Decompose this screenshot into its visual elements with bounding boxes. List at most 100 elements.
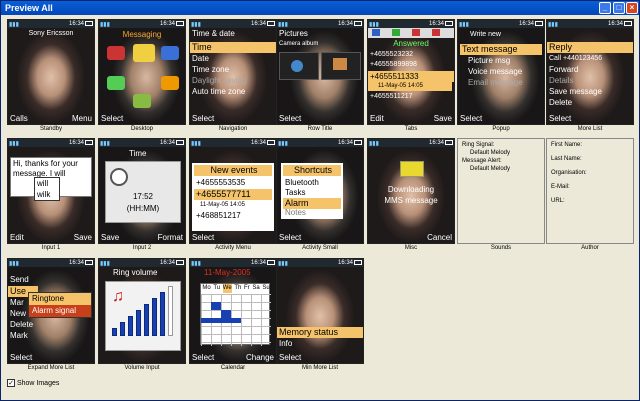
more-item[interactable]: New (10, 309, 26, 319)
softkey-left[interactable]: Select (279, 353, 301, 363)
menu-item[interactable]: Date (192, 54, 209, 64)
tab-dialed-icon[interactable] (372, 29, 380, 36)
time-value[interactable]: 17:52 (106, 192, 180, 201)
menu-item[interactable]: Time zone (192, 65, 229, 75)
tile-row-title[interactable]: ▮▮▮ 16:34 Pictures Camera album Select Ro… (276, 19, 364, 136)
tile-sounds[interactable]: Ring Signal: Default Melody Message Aler… (457, 138, 545, 255)
calendar-event[interactable] (201, 318, 241, 323)
volume-panel[interactable]: ♫ (105, 281, 181, 351)
more-item-selected[interactable]: Memory status (277, 327, 363, 338)
tile-input-1[interactable]: ▮▮▮ 16:34 Hi, thanks for your message. I … (7, 138, 95, 255)
more-item[interactable]: Info (279, 339, 292, 349)
more-item-selected[interactable]: Reply (547, 42, 633, 53)
softkey-right[interactable]: Save (74, 233, 92, 243)
softkey-left[interactable]: Edit (10, 233, 24, 243)
popup-item[interactable]: Voice message (468, 67, 522, 77)
popup-item[interactable]: Picture msg (468, 56, 510, 66)
menu-item-selected[interactable]: Time (190, 42, 276, 53)
softkey-left[interactable]: Select (279, 233, 301, 243)
message-icon[interactable] (133, 44, 155, 62)
app-icon[interactable] (107, 46, 125, 60)
event-item-selected[interactable]: +4655577711 (194, 189, 272, 200)
shortcut-item[interactable]: Notes (285, 208, 306, 218)
softkey-left[interactable]: Select (192, 233, 214, 243)
softkey-left[interactable]: Select (279, 114, 301, 124)
popup-item-selected[interactable]: Text message (460, 44, 542, 55)
submenu-item-selected[interactable]: Alarm signal (29, 305, 91, 317)
menu-title: Pictures (279, 29, 308, 38)
shortcut-item[interactable]: Tasks (285, 188, 305, 198)
more-item[interactable]: Send (10, 275, 29, 285)
softkey-bar: Edit Save (8, 233, 94, 243)
volume-bar (128, 316, 133, 336)
app-icon[interactable] (161, 46, 179, 60)
softkey-left[interactable]: Edit (370, 114, 384, 124)
info-line: Organisation: (551, 170, 587, 176)
softkey-right[interactable]: Format (158, 233, 183, 243)
calendar-event[interactable] (221, 310, 231, 318)
app-icon[interactable] (161, 76, 179, 90)
popup-item[interactable]: Email message (468, 78, 523, 88)
tile-min-more-list[interactable]: ▮▮▮ 16:34 Memory status Info Select Min M… (276, 258, 364, 375)
tile-activity-menu[interactable]: ▮▮▮ 16:34 New events +4655553535 +4655577… (189, 138, 277, 255)
maximize-button[interactable]: □ (613, 2, 625, 14)
softkey-left[interactable]: Calls (10, 114, 28, 124)
tab-answered-icon[interactable] (392, 29, 400, 36)
battery-icon (445, 140, 453, 145)
tile-calendar[interactable]: ▮▮▮ 16:34 11-May-2005 Mo Tu We Th Fr Sa S… (189, 258, 277, 375)
app-icon[interactable] (107, 76, 125, 90)
tile-input-2[interactable]: ▮▮▮ 16:34 Time 17:52 (HH:MM) Save Format I… (98, 138, 186, 255)
calendar-grid[interactable]: Mo Tu We Th Fr Sa Su (200, 283, 271, 346)
more-item[interactable]: Details (549, 76, 573, 86)
menu-item[interactable]: Auto time zone (192, 87, 245, 97)
call-item[interactable]: +4655511217 (370, 92, 413, 102)
calendar-event[interactable] (211, 302, 221, 310)
more-item[interactable]: Call +440123456 (549, 54, 602, 64)
softkey-left[interactable]: Select (460, 114, 482, 124)
softkey-left[interactable]: Select (10, 353, 32, 363)
event-item[interactable]: +468851217 (196, 211, 241, 221)
tile-activity-small[interactable]: ▮▮▮ 16:34 Shortcuts Bluetooth Tasks Alarm… (276, 138, 364, 255)
tab-missed-icon[interactable] (412, 29, 420, 36)
call-item[interactable]: +4655523232 (370, 50, 413, 60)
app-icon[interactable] (133, 94, 151, 108)
more-item[interactable]: Forward (549, 65, 578, 75)
softkey-left[interactable]: Select (101, 114, 123, 124)
softkey-right[interactable]: Cancel (427, 233, 452, 243)
menu-item[interactable]: Daylight saving (192, 76, 246, 86)
softkey-right[interactable]: Change (246, 353, 274, 363)
tile-author[interactable]: First Name: Last Name: Organisation: E-M… (546, 138, 634, 255)
more-item[interactable]: Save message (549, 87, 602, 97)
more-item[interactable]: Mar (10, 298, 24, 308)
tile-popup[interactable]: ▮▮▮ 16:34 Write new Text message Picture … (457, 19, 545, 136)
tile-standby[interactable]: ▮▮▮ 16:34 Sony Ericsson Calls Menu Standby (7, 19, 95, 136)
softkey-left[interactable]: Select (549, 114, 571, 124)
softkey-left[interactable]: Select (192, 114, 214, 124)
softkey-left[interactable]: Save (101, 233, 119, 243)
more-item[interactable]: Mark (10, 331, 28, 341)
tile-desktop[interactable]: ▮▮▮ 16:34 Messaging Select Desktop (98, 19, 186, 136)
tile-volume-input[interactable]: ▮▮▮ 16:34 Ring volume ♫ Volume Input (98, 258, 186, 375)
softkey-left[interactable]: Select (192, 353, 214, 363)
minimize-button[interactable]: _ (599, 2, 611, 14)
event-item[interactable]: +4655553535 (196, 178, 245, 188)
tile-expand-more-list[interactable]: ▮▮▮ 16:34 Send Use Mar New Delete Mark Ri… (7, 258, 95, 375)
more-item[interactable]: Delete (549, 98, 572, 108)
tab-all-icon[interactable] (432, 29, 440, 36)
show-images-option[interactable]: ✓ Show Images (7, 379, 59, 387)
submenu-item[interactable]: Ringtone (29, 293, 91, 305)
softkey-right[interactable]: Menu (72, 114, 92, 124)
shortcut-item[interactable]: Bluetooth (285, 178, 319, 188)
tile-tabs[interactable]: ▮▮▮ 16:34 Answered +4655523232 +465558998… (367, 19, 455, 136)
tile-misc[interactable]: ▮▮▮ 16:34 Downloading MMS message Cancel … (367, 138, 455, 255)
more-item[interactable]: Delete (10, 320, 33, 330)
softkey-right[interactable]: Save (434, 114, 452, 124)
suggestion-item[interactable]: wilk (35, 189, 59, 200)
show-images-checkbox[interactable]: ✓ (7, 379, 15, 387)
tile-navigation[interactable]: ▮▮▮ 16:34 Time & date Time Date Time zone… (189, 19, 277, 136)
close-button[interactable]: × (626, 2, 638, 14)
tile-more-list[interactable]: ▮▮▮ 16:34 Reply Call +440123456 Forward D… (546, 19, 634, 136)
call-item[interactable]: +46555899898 (370, 60, 417, 70)
volume-bar (160, 292, 165, 336)
suggestion-item[interactable]: will (35, 178, 59, 189)
